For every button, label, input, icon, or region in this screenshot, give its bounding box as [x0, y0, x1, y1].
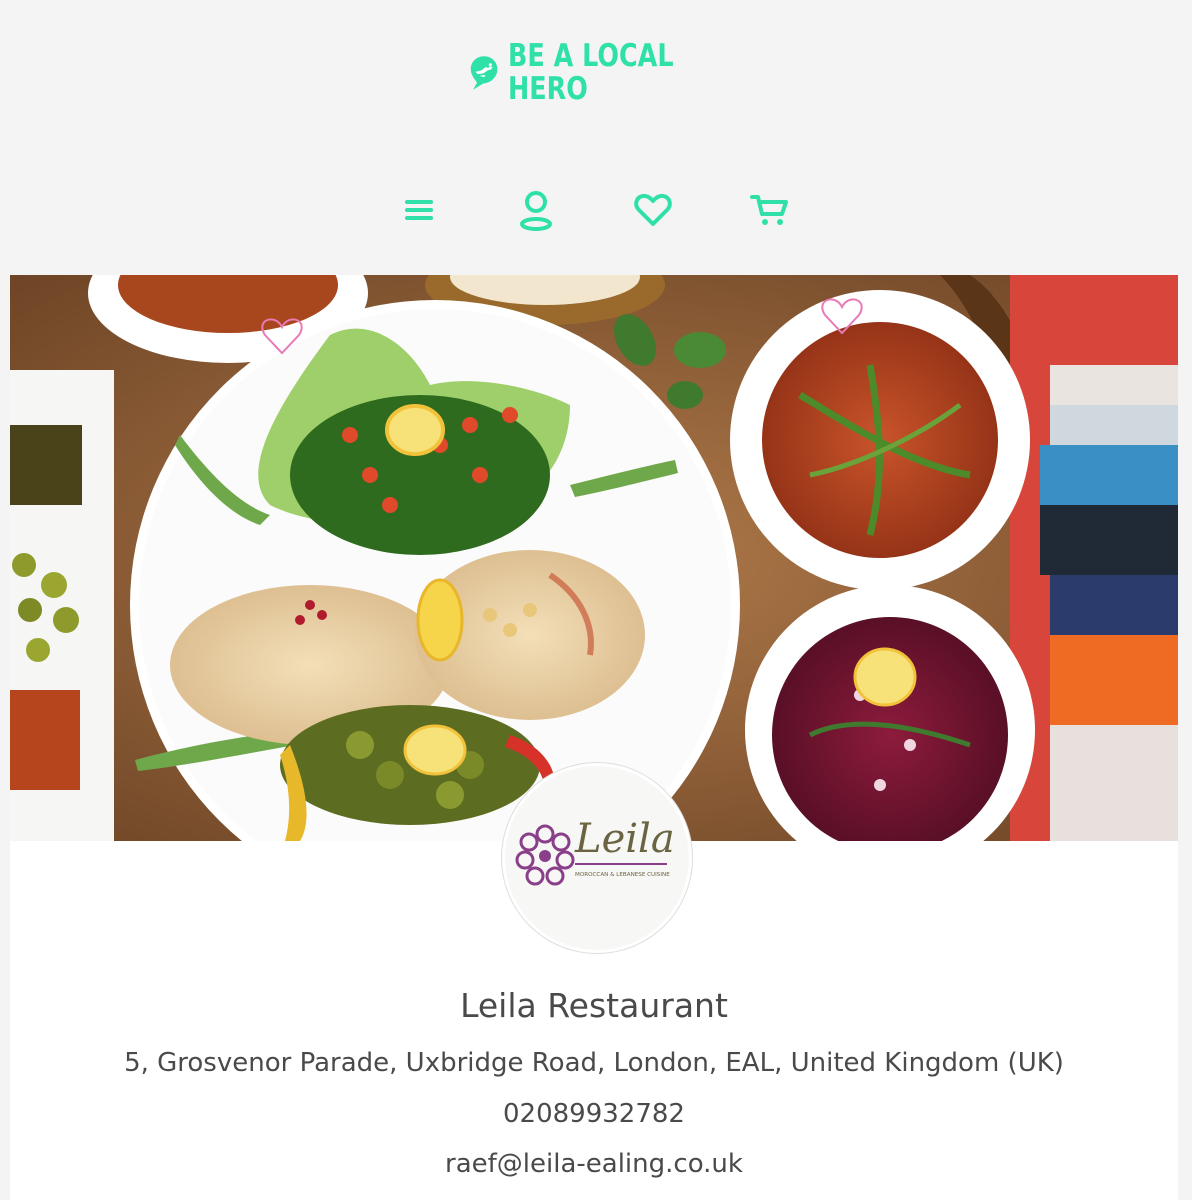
restaurant-address: 5, Grosvenor Parade, Uxbridge Road, Lond… [124, 1048, 1064, 1078]
main-nav [0, 185, 1192, 235]
wishlist-button[interactable] [627, 185, 679, 235]
cart-icon [750, 195, 788, 225]
floral-emblem-icon [515, 824, 575, 886]
restaurant-name: Leila Restaurant [460, 986, 728, 1025]
heart-icon [634, 193, 672, 226]
site-logo[interactable]: BE A LOCAL HERO [470, 28, 710, 120]
restaurant-phone[interactable]: 02089932782 [10, 1094, 1178, 1134]
menu-icon [405, 200, 433, 220]
restaurant-email[interactable]: raef@leila-ealing.co.uk [10, 1144, 1178, 1184]
logo-pin-icon [470, 56, 498, 90]
hero-image [10, 275, 1178, 841]
site-header: BE A LOCAL HERO [0, 0, 1192, 275]
restaurant-logo: Leila MOROCCAN & LEBANESE CUISINE [502, 763, 692, 953]
food-platter-photo [10, 275, 1178, 841]
logo-line-2: HERO [508, 71, 588, 107]
logo-tagline-text: MOROCCAN & LEBANESE CUISINE [575, 872, 670, 878]
logo-wordmark: BE A LOCAL HERO [508, 40, 674, 106]
cart-button[interactable] [744, 185, 796, 235]
logo-name-text: Leila [574, 816, 675, 862]
logo-line-1: BE A LOCAL [508, 38, 674, 74]
leila-logo-image: Leila MOROCCAN & LEBANESE CUISINE [515, 816, 675, 886]
menu-button[interactable] [393, 185, 445, 235]
account-button[interactable] [510, 185, 562, 235]
user-icon [520, 191, 552, 231]
